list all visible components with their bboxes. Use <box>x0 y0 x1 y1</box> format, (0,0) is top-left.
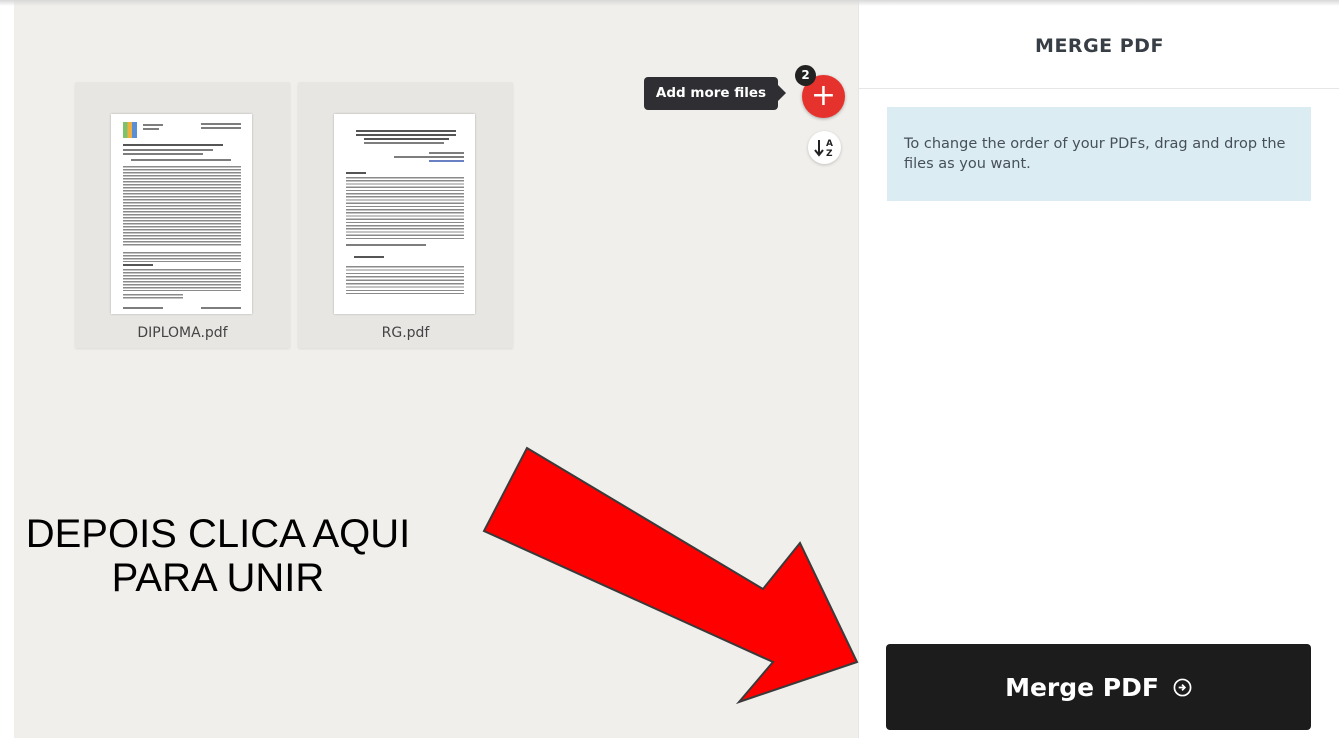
svg-text:Z: Z <box>826 149 833 159</box>
annotation-line-2: PARA UNIR <box>111 556 325 600</box>
sidebar-title: MERGE PDF <box>1035 35 1164 57</box>
annotation-line-1: DEPOIS CLICA AQUI <box>25 512 411 556</box>
annotation-text: DEPOIS CLICA AQUI PARA UNIR <box>18 512 418 600</box>
plus-icon: + <box>810 78 837 113</box>
file-name: DIPLOMA.pdf <box>137 325 228 341</box>
add-files-tooltip: Add more files <box>644 77 786 110</box>
sort-files-button[interactable]: A Z <box>808 131 841 164</box>
merge-button-label: Merge PDF <box>1005 672 1159 702</box>
info-box: To change the order of your PDFs, drag a… <box>887 107 1311 201</box>
merge-sidebar: MERGE PDF To change the order of your PD… <box>858 0 1339 738</box>
file-thumbnail <box>111 114 252 314</box>
header-shadow <box>0 0 1339 6</box>
file-name: RG.pdf <box>381 325 430 341</box>
file-count-badge: 2 <box>795 65 816 86</box>
file-card-diploma[interactable]: DIPLOMA.pdf <box>75 82 290 348</box>
document-logo <box>123 122 137 138</box>
info-text: To change the order of your PDFs, drag a… <box>904 136 1286 172</box>
left-margin <box>0 0 14 738</box>
file-thumbnail <box>334 114 475 314</box>
merge-pdf-button[interactable]: Merge PDF <box>886 644 1311 730</box>
divider <box>859 88 1339 89</box>
file-workspace: DIPLOMA.pdf RG.pdf Add more files 2 + A … <box>14 0 858 738</box>
svg-text:A: A <box>826 139 833 149</box>
file-card-rg[interactable]: RG.pdf <box>298 82 513 348</box>
sort-alpha-icon: A Z <box>814 139 833 159</box>
arrow-circle-right-icon <box>1173 678 1192 696</box>
